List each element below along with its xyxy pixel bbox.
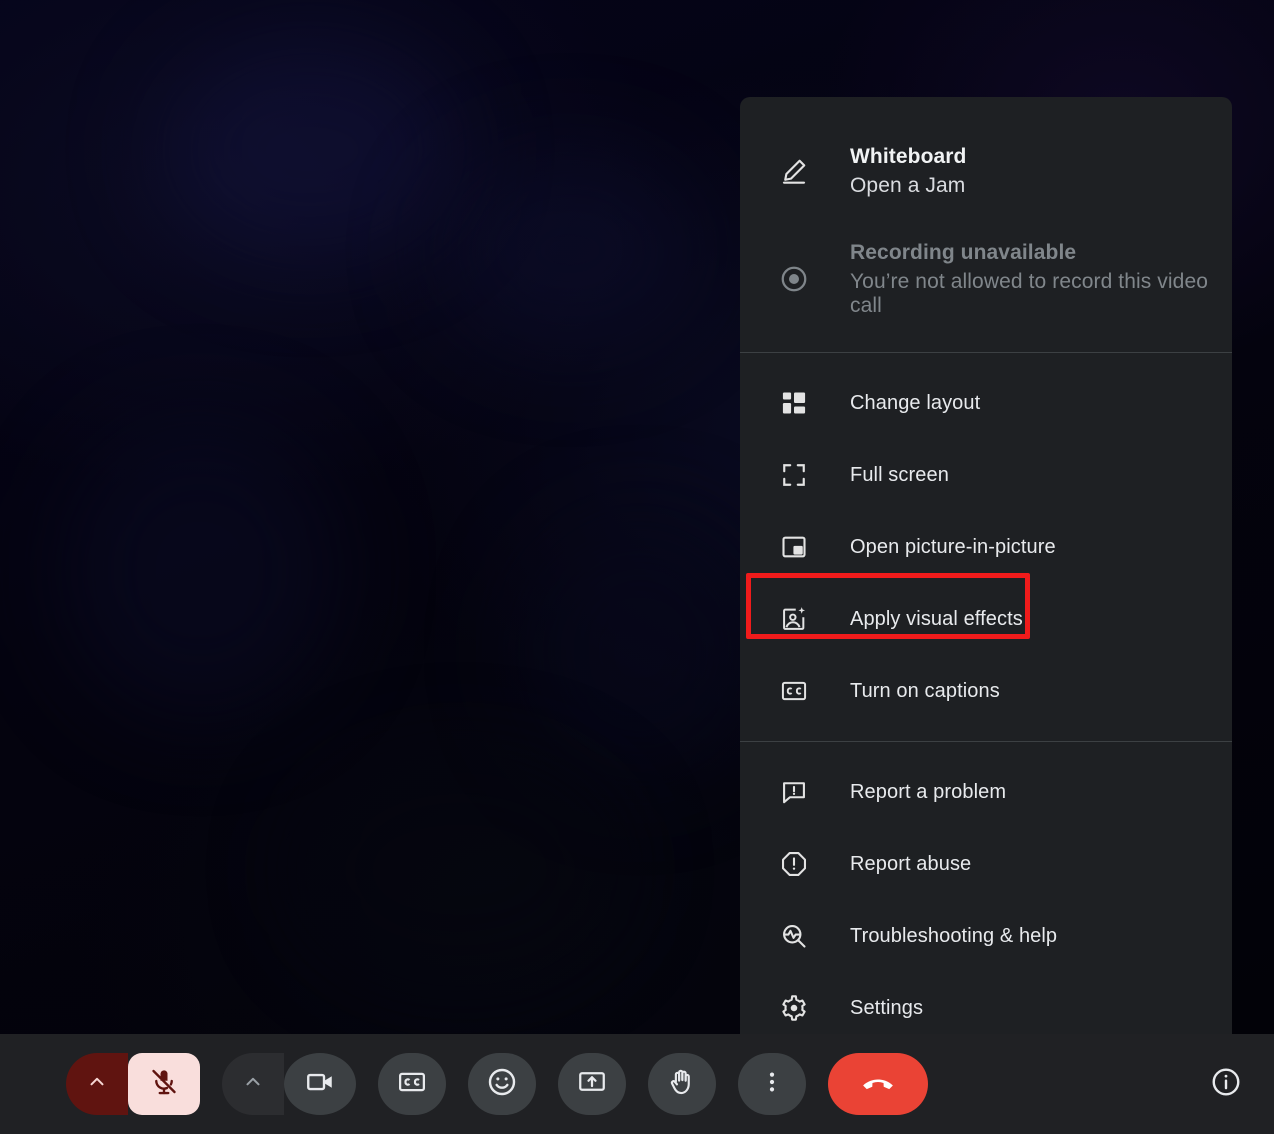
menu-item-apply-visual-effects[interactable]: Apply visual effects (740, 583, 1232, 655)
end-call-icon (859, 1063, 897, 1106)
layout-icon (774, 389, 814, 417)
menu-item-settings[interactable]: Settings (740, 972, 1232, 1034)
menu-item-label: Settings (850, 996, 924, 1019)
menu-section-view: Change layout Full screen Open picture-i… (740, 353, 1232, 727)
menu-item-label: Turn on captions (850, 679, 1000, 702)
menu-item-change-layout[interactable]: Change layout (740, 367, 1232, 439)
menu-item-recording: Recording unavailable You’re not allowed… (740, 225, 1232, 333)
menu-item-report-abuse[interactable]: Report abuse (740, 828, 1232, 900)
menu-item-picture-in-picture[interactable]: Open picture-in-picture (740, 511, 1232, 583)
more-vertical-icon (759, 1069, 785, 1100)
more-options-button[interactable] (738, 1053, 806, 1115)
menu-item-full-screen[interactable]: Full screen (740, 439, 1232, 511)
menu-item-label: Change layout (850, 391, 981, 414)
menu-item-label: Troubleshooting & help (850, 924, 1058, 947)
call-control-bar (0, 1034, 1274, 1134)
menu-item-label: Full screen (850, 463, 949, 486)
info-icon (1210, 1066, 1242, 1103)
present-now-button[interactable] (558, 1053, 626, 1115)
report-problem-icon (774, 778, 814, 806)
gear-icon (774, 994, 814, 1022)
menu-section-help: Report a problem Report abuse Troublesho… (740, 742, 1232, 1034)
video-camera-icon (305, 1067, 335, 1102)
captions-button[interactable] (378, 1053, 446, 1115)
emoji-reactions-button[interactable] (468, 1053, 536, 1115)
chevron-up-icon (86, 1071, 108, 1098)
menu-section-tools: Whiteboard Open a Jam Recording unavaila… (740, 117, 1232, 333)
raise-hand-icon (667, 1067, 697, 1102)
report-abuse-icon (774, 850, 814, 878)
menu-item-label: Open picture-in-picture (850, 535, 1056, 558)
menu-item-subtitle: Open a Jam (850, 173, 966, 197)
menu-item-title: Whiteboard (850, 144, 967, 168)
menu-item-whiteboard[interactable]: Whiteboard Open a Jam (740, 117, 1232, 225)
record-icon (774, 264, 814, 294)
app-root: Whiteboard Open a Jam Recording unavaila… (0, 0, 1274, 1134)
camera-options-button[interactable] (222, 1053, 284, 1115)
camera-toggle-button[interactable] (284, 1053, 356, 1115)
emoji-icon (486, 1066, 518, 1103)
menu-item-label: Report abuse (850, 852, 972, 875)
fullscreen-icon (774, 462, 814, 488)
microphone-toggle-button[interactable] (128, 1053, 200, 1115)
chevron-up-icon (242, 1071, 264, 1098)
troubleshooting-icon (774, 922, 814, 950)
captions-icon (774, 677, 814, 705)
pencil-icon (774, 156, 814, 186)
leave-call-button[interactable] (828, 1053, 928, 1115)
call-controls (66, 1053, 928, 1115)
menu-item-title: Recording unavailable (850, 240, 1077, 264)
captions-cc-icon (397, 1067, 427, 1102)
visual-effects-icon (774, 605, 814, 633)
raise-hand-button[interactable] (648, 1053, 716, 1115)
meeting-details-button[interactable] (1202, 1060, 1250, 1108)
microphone-control (66, 1053, 200, 1115)
mic-off-icon (149, 1067, 179, 1102)
menu-item-label: Apply visual effects (850, 607, 1023, 630)
menu-item-troubleshooting-help[interactable]: Troubleshooting & help (740, 900, 1232, 972)
menu-item-subtitle: You’re not allowed to record this video … (850, 269, 1209, 317)
present-screen-icon (577, 1067, 607, 1102)
microphone-options-button[interactable] (66, 1053, 128, 1115)
menu-item-label: Report a problem (850, 780, 1007, 803)
menu-item-report-a-problem[interactable]: Report a problem (740, 756, 1232, 828)
more-options-menu: Whiteboard Open a Jam Recording unavaila… (740, 97, 1232, 1034)
camera-control (222, 1053, 356, 1115)
pip-icon (774, 533, 814, 561)
menu-item-turn-on-captions[interactable]: Turn on captions (740, 655, 1232, 727)
